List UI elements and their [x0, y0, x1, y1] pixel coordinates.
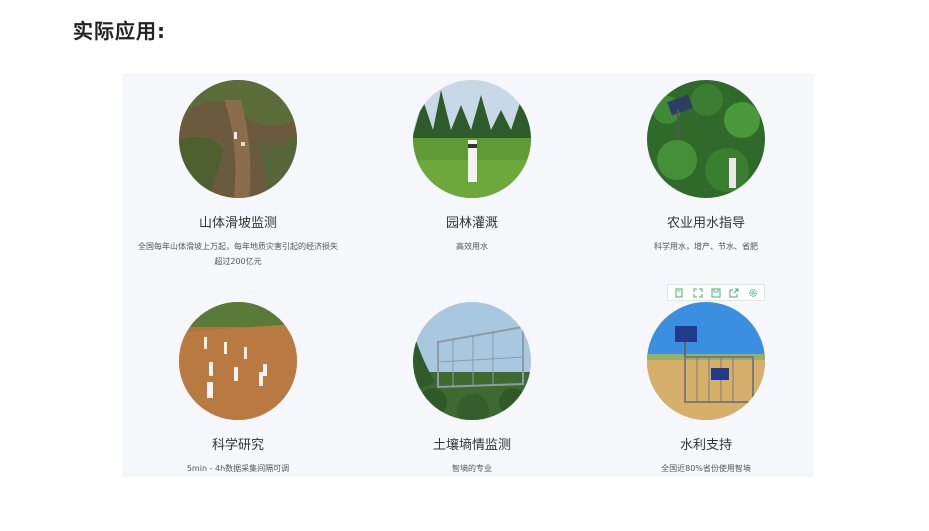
agriculture-photo	[647, 80, 765, 198]
card-description: 高效用水	[456, 242, 488, 251]
card-water-conservancy-support[interactable]: 水利支持 全国近80%省份使用智墒	[591, 302, 821, 476]
research-photo	[179, 302, 297, 420]
card-description: 全国每年山体滑坡上万起，每年地质灾害引起的经济损失超过200亿元	[138, 242, 338, 266]
card-title: 山体滑坡监测	[198, 216, 277, 231]
landslide-photo	[179, 80, 297, 198]
card-title: 园林灌溉	[445, 216, 498, 231]
water-conservancy-photo	[647, 302, 765, 420]
bookmark-icon[interactable]	[673, 287, 685, 299]
card-description: 智墒的专业	[452, 464, 492, 473]
settings-icon[interactable]	[747, 287, 759, 299]
card-title: 水利支持	[679, 438, 732, 453]
save-icon[interactable]	[710, 287, 722, 299]
share-icon[interactable]	[728, 287, 740, 299]
fullscreen-icon[interactable]	[692, 287, 704, 299]
soil-monitoring-photo	[413, 302, 531, 420]
card-scientific-research[interactable]: 科学研究 5min - 4h数据采集间隔可调	[123, 302, 353, 476]
card-soil-moisture-monitoring[interactable]: 土壤墒情监测 智墒的专业	[357, 302, 587, 476]
card-title: 土壤墒情监测	[432, 438, 511, 453]
card-description: 5min - 4h数据采集间隔可调	[186, 464, 290, 473]
card-agricultural-water-guidance[interactable]: 农业用水指导 科学用水，增产、节水、省肥	[591, 80, 821, 254]
image-toolbar	[667, 284, 765, 301]
card-description: 科学用水，增产、节水、省肥	[654, 242, 758, 251]
card-title: 农业用水指导	[666, 216, 745, 231]
page-title: 实际应用:	[73, 19, 166, 43]
garden-photo	[413, 80, 531, 198]
card-title: 科学研究	[211, 438, 264, 453]
card-garden-irrigation[interactable]: 园林灌溉 高效用水	[357, 80, 587, 254]
card-landslide-monitoring[interactable]: 山体滑坡监测 全国每年山体滑坡上万起，每年地质灾害引起的经济损失超过200亿元	[123, 80, 353, 269]
card-description: 全国近80%省份使用智墒	[661, 464, 751, 473]
